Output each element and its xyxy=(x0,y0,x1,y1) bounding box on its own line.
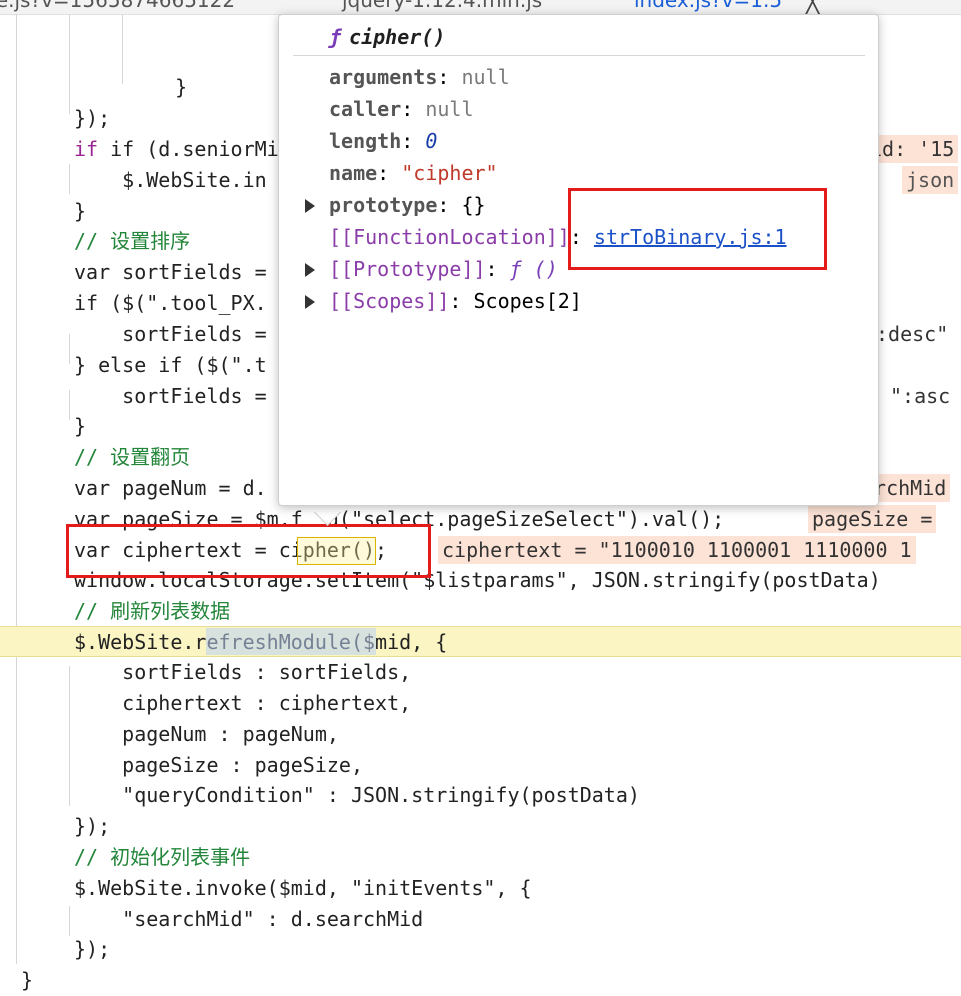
inline-value-ciphertext: ciphertext = "1100010 1100001 1110000 1 xyxy=(438,536,916,564)
inline-value-json: json xyxy=(902,166,959,194)
code-line: } xyxy=(21,968,34,992)
prop-prototype-internal[interactable]: [[Prototype]]: ƒ () xyxy=(305,253,558,285)
code-line: }); xyxy=(74,814,111,838)
if-senior-text: if (d.seniorMid) xyxy=(110,137,303,161)
indent-guide xyxy=(69,390,70,420)
annotation-box-function-location xyxy=(568,188,827,270)
popup-title-text: cipher() xyxy=(349,25,446,49)
prop-length: length: 0 xyxy=(329,129,438,153)
indent-guide xyxy=(69,666,70,806)
code-line: sortFields : sortFields, xyxy=(74,660,412,684)
selection-highlight xyxy=(206,628,376,655)
code-line: $.WebSite.invoke($mid, "initEvents", { xyxy=(74,876,532,900)
inline-value-senior: id: '15 xyxy=(866,135,959,163)
code-comment: // 初始化列表事件 xyxy=(74,845,251,869)
code-line: pageSize : pageSize, xyxy=(74,753,363,777)
expand-triangle-icon[interactable] xyxy=(305,263,315,277)
annotation-box-ciphertext xyxy=(66,524,431,578)
expand-triangle-icon[interactable] xyxy=(305,295,315,309)
popup-title: ƒ cipher() xyxy=(329,25,445,49)
indent-guide xyxy=(16,14,17,964)
indent-guide xyxy=(69,334,70,364)
code-line: "searchMid" : d.searchMid xyxy=(74,907,424,931)
prop-arguments: arguments: null xyxy=(329,65,510,89)
code-comment: // 刷新列表数据 xyxy=(74,599,231,623)
prop-prototype[interactable]: prototype: {} xyxy=(305,189,486,221)
code-line: "queryCondition" : JSON.stringify(postDa… xyxy=(74,783,640,807)
indent-guide xyxy=(69,906,70,936)
inline-value-desc: :desc" xyxy=(876,322,949,346)
popup-divider xyxy=(293,55,865,56)
prop-scopes[interactable]: [[Scopes]]: Scopes[2] xyxy=(305,285,582,317)
current-execution-line: $.WebSite.refreshModule($mid, { xyxy=(0,626,961,657)
expand-triangle-icon[interactable] xyxy=(305,199,315,213)
indent-guide xyxy=(69,14,70,114)
hover-popup: ƒ cipher() arguments: null caller: null l… xyxy=(278,14,879,506)
function-icon: ƒ xyxy=(329,25,342,49)
code-line: }); xyxy=(74,937,111,961)
code-line: pageNum : pageNum, xyxy=(74,722,339,746)
inline-value-asc: ":asc xyxy=(890,384,951,408)
indent-guide xyxy=(122,14,123,84)
indent-guide xyxy=(69,164,70,194)
inline-value-pagesize: pageSize = xyxy=(808,505,937,533)
code-line: ciphertext : ciphertext, xyxy=(74,691,412,715)
prop-caller: caller: null xyxy=(329,97,474,121)
prop-name: name: "cipher" xyxy=(329,161,498,185)
